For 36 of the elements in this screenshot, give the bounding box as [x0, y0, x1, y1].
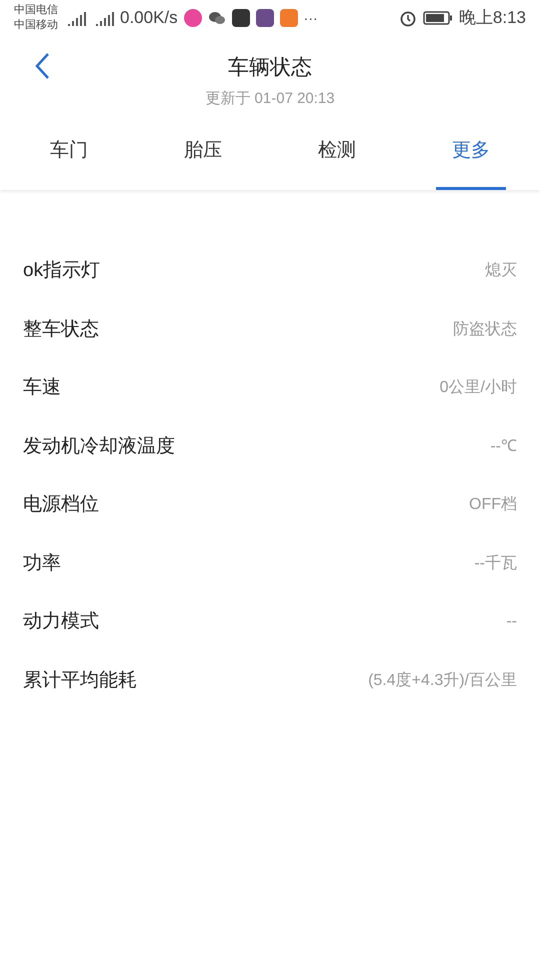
tab[interactable]: 更多 [436, 116, 506, 190]
row-label: 整车状态 [23, 318, 99, 342]
row-label: 功率 [23, 552, 61, 576]
row-value: 熄灭 [485, 261, 517, 282]
row-value: OFF档 [469, 495, 517, 516]
row-label: 发动机冷却液温度 [23, 434, 175, 458]
app-icon [184, 9, 202, 27]
app-icon [256, 9, 274, 27]
battery-icon [422, 11, 453, 25]
row-value: 0公里/小时 [440, 378, 517, 398]
more-notifications: ··· [304, 8, 318, 28]
row-label: 累计平均能耗 [23, 668, 137, 692]
clock-time: 晚上8:13 [458, 7, 526, 30]
carrier-name: 中国电信 [14, 3, 58, 18]
row-value: (5.4度+4.3升)/百公里 [368, 670, 517, 691]
network-speed: 0.00K/s [120, 7, 178, 30]
row-value: --℃ [490, 436, 517, 457]
app-icon [232, 9, 250, 27]
back-icon [34, 52, 50, 80]
row-value: -- [506, 612, 517, 632]
alarm-icon [398, 9, 417, 27]
carrier-name: 中国移动 [14, 18, 58, 33]
tab[interactable]: 检测 [302, 116, 372, 190]
update-time: 更新于 01-07 20:13 [205, 88, 335, 108]
row-label: 电源档位 [23, 493, 99, 517]
app-icon [280, 9, 298, 27]
tab[interactable]: 胎压 [168, 116, 238, 190]
back-button[interactable] [34, 52, 50, 80]
row-value: 防盗状态 [453, 320, 517, 340]
chat-icon [208, 10, 226, 26]
row-label: ok指示灯 [23, 259, 100, 283]
tab[interactable]: 车门 [34, 116, 104, 190]
row-label: 车速 [23, 376, 61, 400]
row-value: --千瓦 [474, 554, 517, 574]
page-title: 车辆状态 [228, 55, 312, 81]
row-label: 动力模式 [23, 610, 99, 634]
